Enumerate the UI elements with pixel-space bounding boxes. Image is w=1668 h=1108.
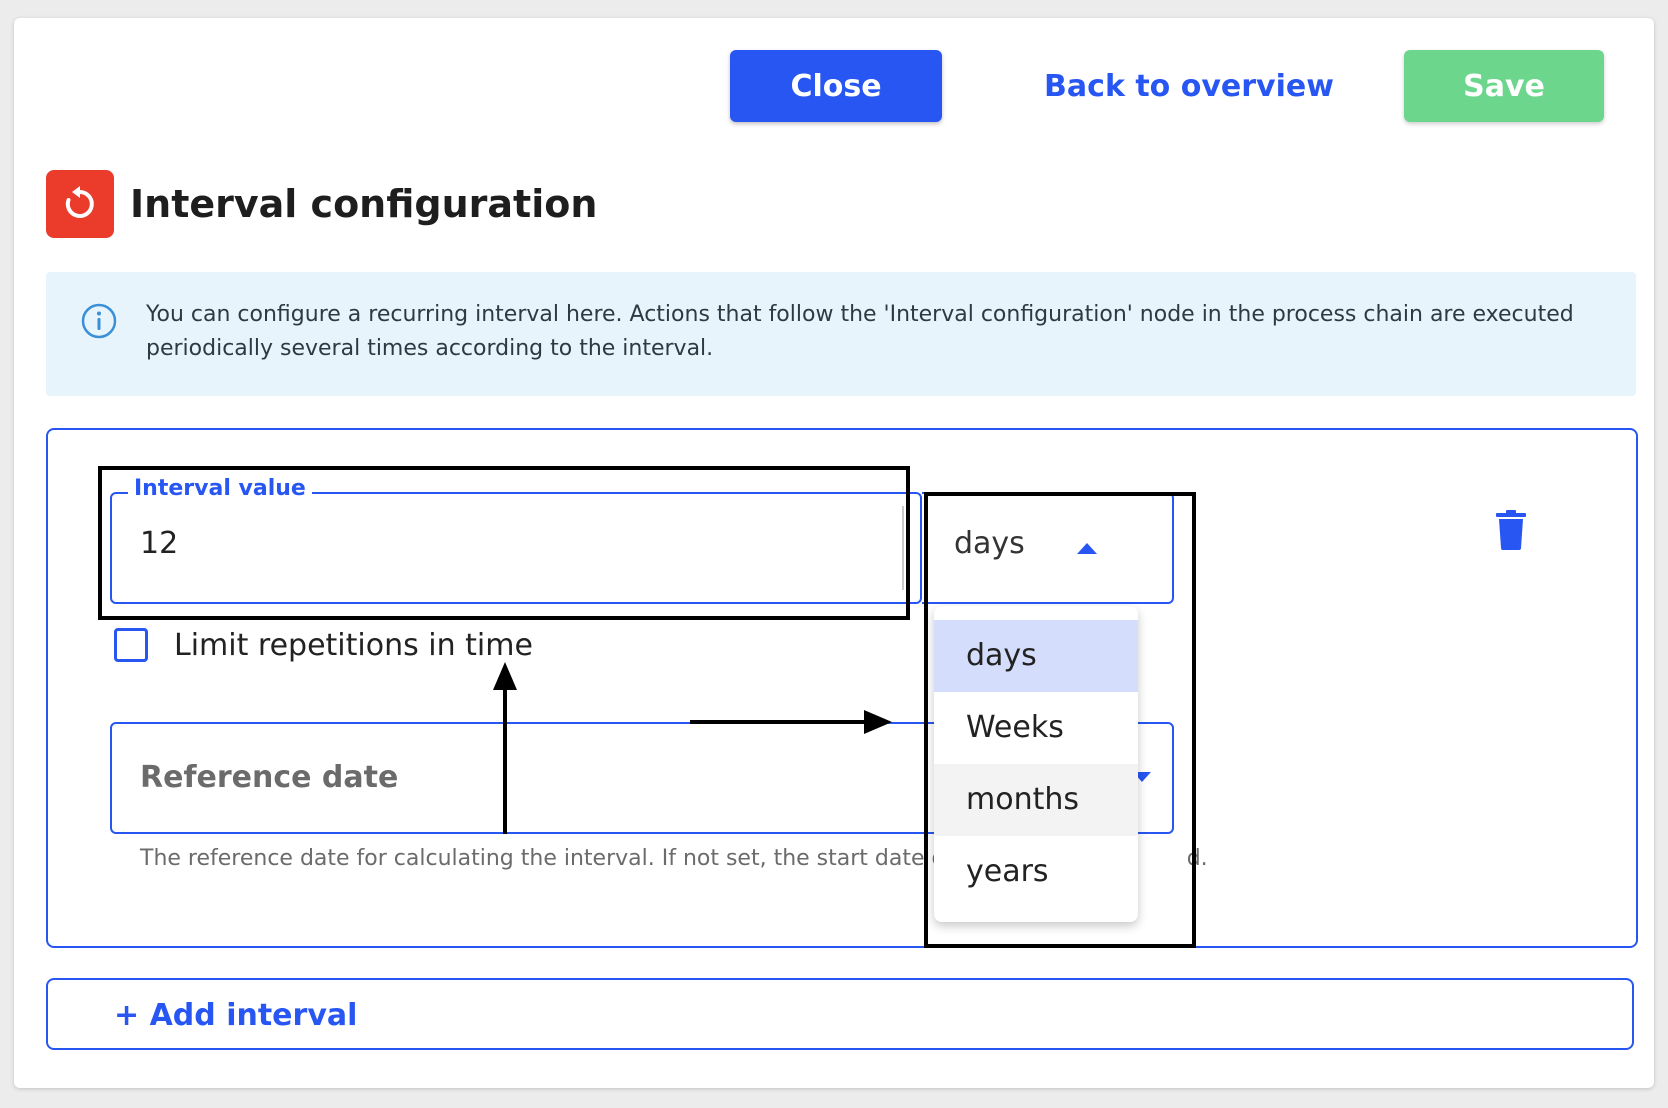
info-banner: You can configure a recurring interval h… (46, 272, 1636, 396)
caret-up-icon[interactable] (1076, 540, 1098, 559)
reference-date-helper-text: The reference date for calculating the i… (140, 846, 953, 871)
close-button[interactable]: Close (730, 50, 942, 122)
add-interval-label: + Add interval (114, 998, 358, 1033)
unit-option-weeks[interactable]: Weeks (934, 692, 1138, 764)
interval-value-input[interactable] (110, 492, 922, 604)
limit-repetitions-checkbox[interactable] (114, 628, 148, 662)
interval-value-label: Interval value (128, 476, 312, 501)
reference-date-helper-tail: d. (1186, 846, 1208, 871)
restart-icon (46, 170, 114, 238)
add-interval-button[interactable]: + Add interval (46, 978, 1634, 1050)
back-to-overview-link[interactable]: Back to overview (1014, 50, 1364, 122)
info-icon (80, 302, 118, 344)
info-text: You can configure a recurring interval h… (146, 302, 1574, 361)
interval-value-text: 12 (140, 526, 179, 561)
save-button[interactable]: Save (1404, 50, 1604, 122)
page-title: Interval configuration (130, 182, 598, 226)
limit-repetitions-label: Limit repetitions in time (174, 628, 533, 663)
unit-option-months[interactable]: months (934, 764, 1138, 836)
field-divider (902, 506, 904, 590)
unit-option-years[interactable]: years (934, 836, 1138, 908)
unit-dropdown-menu: days Weeks months years (934, 606, 1138, 922)
unit-option-days[interactable]: days (934, 620, 1138, 692)
reference-date-placeholder: Reference date (140, 760, 399, 795)
interval-unit-value: days (954, 526, 1025, 561)
trash-icon[interactable] (1496, 510, 1526, 554)
